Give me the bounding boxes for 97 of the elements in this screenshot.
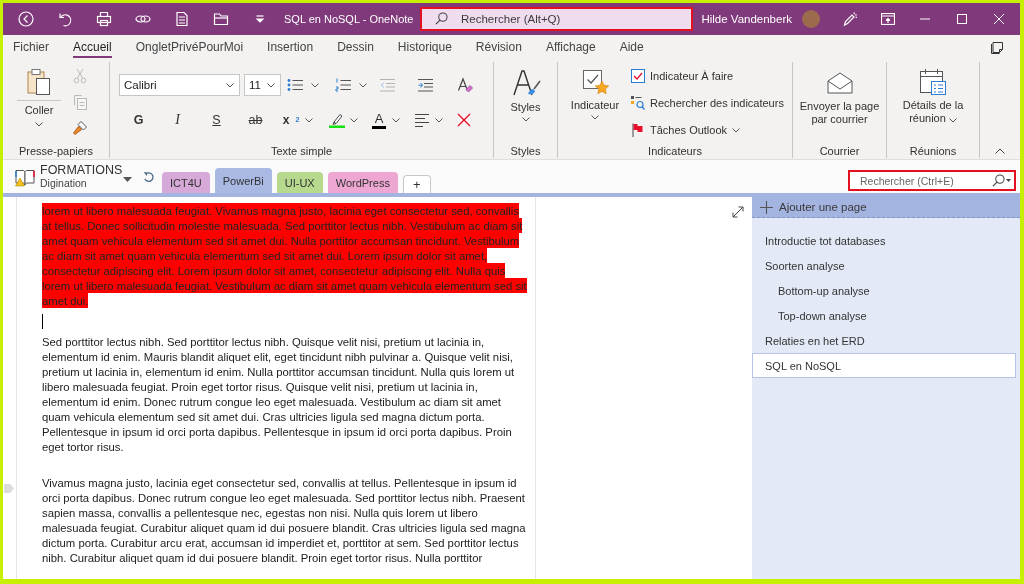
calendar-icon bbox=[919, 68, 947, 96]
bold-button[interactable]: G bbox=[133, 112, 144, 128]
search-field[interactable]: Rechercher (Ctrl+E) bbox=[848, 170, 1016, 191]
styles-icon bbox=[510, 68, 541, 98]
page-item[interactable]: Soorten analyse bbox=[752, 253, 1016, 278]
section-tab[interactable]: PowerBi bbox=[214, 168, 272, 193]
cross-icon[interactable] bbox=[456, 112, 472, 128]
pen-icon[interactable] bbox=[842, 11, 858, 27]
window-title: SQL en NoSQL - OneNote bbox=[284, 13, 414, 25]
menu-tab[interactable]: Historique bbox=[397, 35, 452, 58]
tag-button[interactable]: Indicateur bbox=[564, 62, 626, 140]
caret-icon bbox=[226, 82, 234, 88]
styles-button[interactable]: Styles bbox=[510, 62, 541, 140]
page-item[interactable]: Relaties en het ERD bbox=[752, 328, 1016, 353]
group-label: Presse-papiers bbox=[19, 145, 93, 157]
align-icon[interactable] bbox=[413, 112, 430, 128]
caret-icon bbox=[267, 82, 275, 88]
search-icon bbox=[435, 12, 448, 25]
maximize-icon[interactable] bbox=[957, 14, 967, 24]
group-label: Courrier bbox=[819, 145, 860, 157]
highlighter-icon[interactable] bbox=[328, 112, 345, 128]
caret-icon bbox=[305, 117, 314, 123]
undo-icon[interactable] bbox=[57, 11, 73, 27]
caret-icon[interactable] bbox=[434, 117, 443, 123]
caret-icon[interactable] bbox=[349, 117, 358, 123]
page-item[interactable]: Bottom-up analyse bbox=[752, 278, 1016, 303]
page-item[interactable]: Introductie tot databases bbox=[752, 228, 1016, 253]
italic-button[interactable]: I bbox=[175, 112, 180, 128]
paste-button[interactable]: Coller bbox=[17, 62, 61, 132]
strikethrough-button[interactable]: ab bbox=[248, 112, 263, 128]
note-paragraph: Vivamus magna justo, lacinia eget consectetur sed, convallis at tellus. Pellentesque in ipsum id orci porta dapibus. Donec rutrum congue leo eget malesuada. Sed porttitor lectus nibh. Praesent sapien massa, convallis a pellentesque nec, egestas non nisi. Nulla quis lorem ut libero malesuada feugiat. Curabitur aliquet quam id dui posuere blandit. Cras ultricies ligula sed magna dictum porta. Curabitur arcu erat, accumsan id imperdiet et, porttitor at sem. Sed porttitor lectus nibh. Curabitur aliquet quam id dui posuere blandit. Proin eget tortor risus. Nulla porttitor bbox=[42, 476, 527, 566]
paragraph-handle-icon[interactable] bbox=[4, 484, 14, 493]
curved-arrow-icon[interactable] bbox=[143, 170, 155, 183]
section-tab[interactable]: WordPress bbox=[327, 172, 398, 193]
section-tab[interactable]: UI-UX bbox=[276, 172, 323, 193]
caret-icon bbox=[948, 118, 957, 124]
menu-tab[interactable]: Fichier bbox=[13, 35, 49, 58]
ribbon-display-icon[interactable] bbox=[881, 13, 895, 25]
caret-icon[interactable] bbox=[311, 82, 319, 88]
tag-checkbox-star-icon bbox=[581, 68, 609, 96]
expand-icon[interactable] bbox=[732, 206, 744, 218]
menu-tab[interactable]: OngletPrivéPourMoi bbox=[135, 35, 244, 58]
collapse-ribbon-icon[interactable] bbox=[995, 148, 1005, 154]
find-tags-button[interactable]: Rechercher des indicateurs bbox=[631, 95, 784, 111]
search-icon bbox=[992, 174, 1005, 187]
caret-icon[interactable] bbox=[123, 177, 132, 182]
meeting-details-button[interactable]: Détails de la réunion bbox=[893, 62, 973, 140]
add-page-button[interactable]: Ajouter une page bbox=[752, 197, 1020, 218]
numbered-list-icon[interactable] bbox=[335, 77, 351, 93]
plus-icon bbox=[760, 200, 773, 214]
color-bar-icon bbox=[372, 125, 386, 129]
group-label: Texte simple bbox=[270, 145, 333, 157]
caret-icon[interactable] bbox=[359, 82, 367, 88]
notebook-name[interactable]: FORMATIONS bbox=[40, 163, 123, 177]
menu-tab[interactable]: Insertion bbox=[267, 35, 314, 58]
back-icon[interactable] bbox=[18, 11, 34, 27]
group-label: Indicateurs bbox=[648, 145, 702, 157]
outlook-tasks-button[interactable]: Tâches Outlook bbox=[631, 122, 741, 138]
flag-icon bbox=[631, 123, 645, 137]
menu-tab[interactable]: Aide bbox=[619, 35, 644, 58]
todo-tag-button[interactable]: Indicateur À faire bbox=[631, 68, 734, 84]
group-label: Réunions bbox=[909, 145, 957, 157]
checkbox-icon bbox=[631, 69, 645, 83]
folder-icon[interactable] bbox=[213, 11, 229, 27]
menu-tab[interactable]: Affichage bbox=[545, 35, 596, 58]
caret-icon bbox=[521, 117, 530, 122]
bullet-list-icon[interactable] bbox=[287, 77, 303, 93]
page-item[interactable]: SQL en NoSQL bbox=[752, 353, 1016, 378]
user-name: Hilde Vandenberk bbox=[701, 13, 792, 25]
group-label: Styles bbox=[510, 145, 541, 157]
font-color-button[interactable]: A bbox=[372, 111, 400, 129]
font-dropdown[interactable]: Calibri bbox=[119, 74, 240, 96]
caret-icon bbox=[35, 122, 43, 127]
eraser-icon[interactable] bbox=[457, 77, 473, 93]
section-tab[interactable]: ICT4U bbox=[162, 172, 210, 193]
find-tags-icon bbox=[631, 96, 645, 110]
add-section-tab[interactable]: + bbox=[402, 175, 431, 193]
close-icon[interactable] bbox=[994, 14, 1004, 24]
underline-button[interactable]: S bbox=[212, 112, 221, 128]
font-size-dropdown[interactable]: 11 bbox=[244, 74, 281, 96]
notebook-account: Digination bbox=[40, 177, 87, 190]
paintbrush-icon[interactable] bbox=[72, 120, 88, 136]
document-icon[interactable] bbox=[174, 11, 190, 27]
note-paragraph: Sed porttitor lectus nibh. Sed porttitor lectus nibh. Quisque velit nisi, pretium ut lacinia in, elementum id enim. Mauris blandit aliquet elit, eget tincidunt nibh pulvinar a. Quisque velit nisi, pretium ut lacinia in, elementum id enim. Nulla porttitor accumsan tincidunt. Nulla quis lorem ut libero malesuada feugiat. Proin eget tortor risus. Quisque velit nisi, pretium ut lacinia in, elementum id enim. Donec rutrum congue leo eget malesuada. Vestibulum ac diam sit amet quam vehicula elementum sed sit amet dui. Cras ultricies ligula sed magna dictum porta. Pellentesque in ipsum id orci porta dapibus. Pellentesque in ipsum id orci porta dapibus. Proin eget tortor risus. bbox=[42, 335, 516, 455]
indent-icon[interactable] bbox=[417, 77, 433, 93]
search-field[interactable]: Rechercher (Alt+Q) bbox=[420, 7, 693, 31]
printer-icon[interactable] bbox=[96, 11, 112, 27]
caret-icon bbox=[1006, 179, 1011, 182]
menu-tab[interactable]: Révision bbox=[475, 35, 522, 58]
caret-icon bbox=[392, 117, 400, 123]
sticky-note-icon[interactable] bbox=[990, 39, 1004, 54]
caret-icon bbox=[591, 115, 599, 120]
envelope-icon bbox=[826, 72, 853, 94]
menu-tab[interactable]: Dessin bbox=[337, 35, 374, 58]
email-page-button[interactable]: Envoyer la page par courrier bbox=[796, 62, 883, 140]
clipboard-icon bbox=[27, 68, 51, 96]
page-item[interactable]: Top-down analyse bbox=[752, 303, 1016, 328]
